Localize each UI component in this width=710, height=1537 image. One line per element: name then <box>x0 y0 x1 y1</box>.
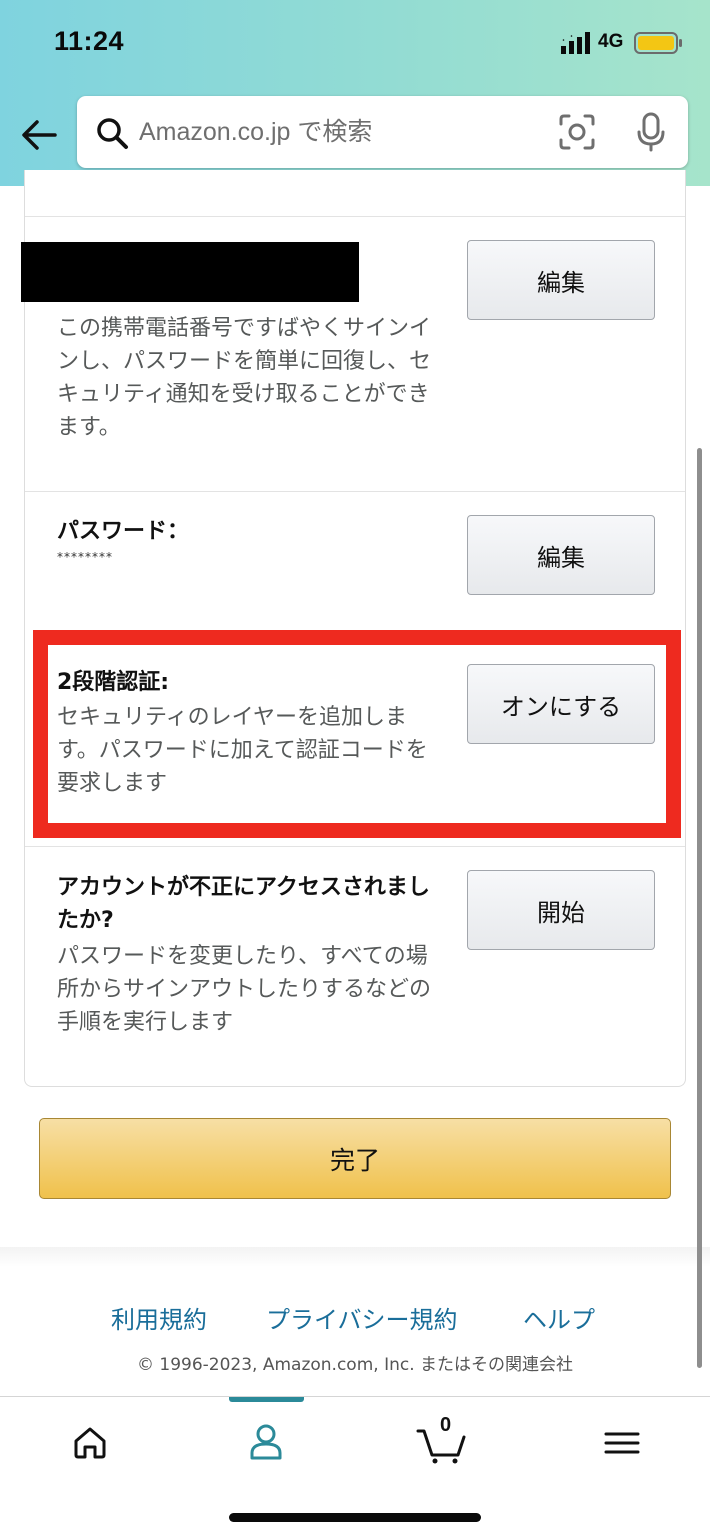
login-security-card: この携帯電話番号ですばやくサインインし、パスワードを簡単に回復し、セキュリティ通… <box>21 170 686 1087</box>
battery-icon <box>634 32 682 54</box>
edit-password-button[interactable]: 編集 <box>467 515 655 595</box>
home-icon[interactable] <box>60 1417 120 1467</box>
row-divider <box>25 216 685 217</box>
app-header: 11:24 4G <box>0 0 710 186</box>
privacy-link[interactable]: プライバシー規約 <box>266 1300 458 1335</box>
footer-shade <box>0 1247 710 1267</box>
search-icon <box>97 118 128 149</box>
signal-icon <box>561 32 590 54</box>
menu-icon[interactable] <box>592 1417 652 1467</box>
done-button[interactable]: 完了 <box>39 1118 671 1199</box>
scrollbar[interactable] <box>697 448 702 1368</box>
phone-description: この携帯電話番号ですばやくサインインし、パスワードを簡単に回復し、セキュリティ通… <box>57 316 432 440</box>
compromised-title: アカウントが不正にアクセスされましたか? <box>57 875 430 933</box>
row-divider <box>25 491 685 492</box>
active-tab-indicator <box>229 1397 304 1402</box>
home-indicator[interactable] <box>229 1513 481 1522</box>
back-arrow-icon[interactable] <box>20 118 58 152</box>
start-recovery-button[interactable]: 開始 <box>467 870 655 950</box>
redacted-phone-number <box>21 242 359 302</box>
status-time: 11:24 <box>54 26 125 56</box>
password-mask: ******** <box>57 550 113 564</box>
cart-count-badge: 0 <box>440 1414 452 1436</box>
terms-link[interactable]: 利用規約 <box>111 1300 207 1335</box>
account-icon[interactable] <box>236 1417 296 1467</box>
search-input[interactable] <box>139 112 539 152</box>
edit-phone-button[interactable]: 編集 <box>467 240 655 320</box>
copyright-text: © 1996-2023, Amazon.com, Inc. またはその関連会社 <box>136 1355 574 1375</box>
highlight-annotation-box <box>33 630 681 838</box>
camera-scan-icon[interactable] <box>559 114 595 150</box>
password-title: パスワード： <box>57 519 190 544</box>
search-bar[interactable] <box>77 96 688 168</box>
row-divider <box>25 846 685 847</box>
help-link[interactable]: ヘルプ <box>523 1300 595 1335</box>
network-label: 4G <box>598 31 624 52</box>
compromised-description: パスワードを変更したり、すべての場所からサインアウトしたりするなどの手順を実行し… <box>57 944 432 1035</box>
microphone-icon[interactable] <box>635 112 667 152</box>
